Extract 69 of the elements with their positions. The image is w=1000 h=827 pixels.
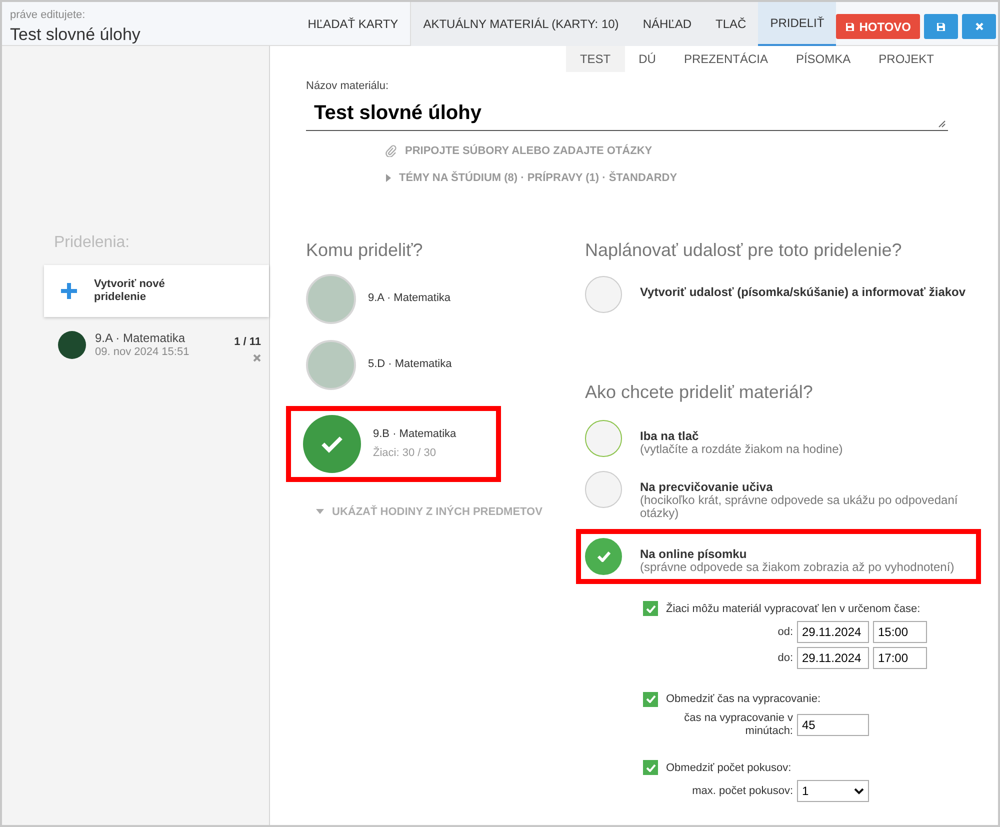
option-note: (správne odpovede sa žiakom zobrazia až po vyhodnotení) [640,560,956,574]
caption: práve editujete: [10,10,86,21]
checkbox-label: Žiaci môžu materiál vypracovať len v určenom čase: [666,601,920,616]
checkbox-label: Obmedziť čas na vypracovanie: [666,692,821,707]
date-field[interactable]: 29.11.2024 [797,621,869,643]
student-count: Žiaci: 30 / 30 [373,445,437,461]
minutes-field[interactable]: 45 [797,714,869,736]
option-label: Vytvoriť udalosť (písomka/skúšanie) a informovať žiakov [640,284,967,298]
close-icon [974,22,984,31]
sidebar-heading: Pridelenia: [53,233,131,253]
type-tab[interactable]: DÚ [624,46,670,72]
checkbox-label: Obmedziť počet pokusov: [666,760,792,776]
type-tab[interactable]: PREZENTÁCIA [670,46,782,72]
document-title: Test slovné úlohy [10,24,142,46]
type-tab[interactable]: PROJEKT [864,46,948,72]
material-name-field[interactable]: Test slovné úlohy [306,96,948,130]
assignment-date: 09. nov 2024 15:51 [95,346,190,360]
nav-tab[interactable]: AKTUÁLNY MATERIÁL (KARTY: 10) [411,2,631,46]
option-label: Na precvičovanie učiva [640,480,774,494]
class-name: 5.D · Matematika [368,357,452,372]
caret-icon [385,174,391,182]
class-name: 9.B · Matematika [373,426,456,442]
nav-tab[interactable]: PRIDELIŤ [758,2,836,46]
type-tab[interactable]: PÍSOMKA [782,46,865,72]
field-label: do: [776,652,793,664]
option-note: (vytlačíte a rozdáte žiakom na hodine) [640,442,844,456]
field-label: čas na vypracovanie v minútach: [683,712,793,738]
class-avatar [58,331,86,359]
attempts-dropdown[interactable]: 1 [797,780,869,802]
class-avatar[interactable] [306,274,356,324]
option-label: Na online písomku [640,546,748,560]
radio-button[interactable] [585,420,622,456]
checkbox[interactable] [643,601,658,616]
done-button[interactable]: HOTOVO [836,14,920,39]
section-heading: Naplánovať udalosť pre toto pridelenie? [585,238,903,262]
check-icon [596,550,610,562]
radio-button[interactable] [585,276,622,312]
time-field[interactable]: 17:00 [873,647,927,669]
class-avatar[interactable] [306,340,356,390]
section-heading: Komu prideliť? [306,238,424,262]
class-name: 9.A · Matematika [368,291,451,306]
save-icon [936,22,946,32]
option-note: (hocikoľko krát, správne odpovede sa ukážu po odpovedaní otázky) [640,494,959,520]
close-button[interactable] [962,14,996,39]
assignment-count: 1 / 11 [234,335,261,350]
resize-handle-icon[interactable] [938,120,946,128]
save-button[interactable] [924,14,958,39]
time-field[interactable]: 15:00 [873,621,927,643]
delete-icon[interactable] [253,354,261,362]
radio-button[interactable] [585,538,622,574]
paperclip-icon [385,144,397,157]
caret-icon [316,509,324,514]
nav-tab[interactable]: NÁHĽAD [630,2,704,46]
plus-icon [60,282,78,300]
field-label: Názov materiálu: [306,79,390,94]
assignment-class[interactable]: 9.A · Matematika [95,331,226,346]
new-assignment-button[interactable]: Vytvoriť nové pridelenie [44,265,269,317]
type-tab[interactable]: TEST [566,46,625,72]
radio-button[interactable] [585,470,622,508]
checkbox[interactable] [643,760,658,776]
checkbox[interactable] [643,692,658,707]
section-heading: Ako chcete prideliť materiál? [585,380,814,404]
date-field[interactable]: 29.11.2024 [797,647,869,669]
field-label: max. počet pokusov: [691,784,793,798]
option-label: Iba na tlač [640,428,700,442]
chevron-down-icon [854,788,864,794]
nav-tab[interactable]: TLAČ [704,2,758,46]
save-icon [845,22,856,32]
field-label: od: [776,626,793,638]
